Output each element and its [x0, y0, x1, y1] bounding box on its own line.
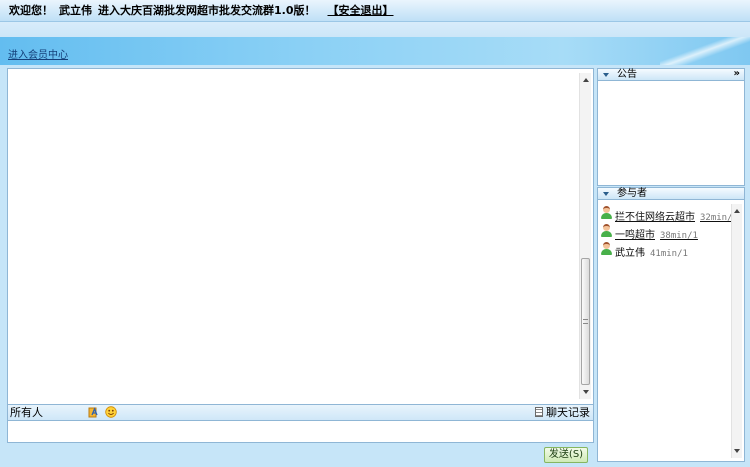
- smiley-icon[interactable]: [105, 406, 117, 418]
- current-username: 武立伟: [59, 4, 92, 17]
- scroll-up-arrow-icon[interactable]: [734, 209, 740, 213]
- member-name[interactable]: 武立伟 41min/1: [615, 244, 688, 259]
- header-subbar: [0, 22, 750, 37]
- member-name[interactable]: 一鸣超市 38min/1: [615, 226, 698, 241]
- chat-scrollbar-thumb[interactable]: [581, 258, 590, 385]
- nav-decoration: [660, 37, 750, 65]
- member-stat: 38min/1: [660, 231, 698, 241]
- user-avatar-icon: [601, 242, 612, 256]
- chat-toolbar: 所有人 聊天记录: [7, 405, 594, 421]
- scroll-down-arrow-icon[interactable]: [734, 449, 740, 453]
- send-button[interactable]: 发送(S): [544, 447, 588, 463]
- member-center-link[interactable]: 进入会员中心: [8, 46, 68, 61]
- triangle-down-icon: [603, 73, 609, 77]
- document-icon: [535, 407, 543, 417]
- user-avatar-icon: [601, 224, 612, 238]
- top-header: 欢迎您！ 武立伟 进入大庆百湖批发网超市批发交流群1.0版！ 【安全退出】: [0, 0, 750, 22]
- member-name[interactable]: 拦不住网络云超市 32min/0: [615, 208, 738, 223]
- members-list: 拦不住网络云超市 32min/0 一鸣超市 38min/1 武立伟 41min/1: [597, 200, 745, 462]
- room-title: 进入大庆百湖批发网超市批发交流群1.0版！: [98, 4, 316, 17]
- chat-history-label: 聊天记录: [546, 406, 590, 419]
- scroll-down-arrow-icon[interactable]: [582, 390, 589, 394]
- notice-title: 公告: [617, 69, 637, 80]
- members-panel-header[interactable]: 参与者: [597, 187, 745, 200]
- scroll-up-arrow-icon[interactable]: [582, 78, 589, 82]
- user-avatar-icon: [601, 206, 612, 220]
- nav-bar: [0, 37, 750, 65]
- message-input[interactable]: [7, 421, 594, 443]
- chat-history-button[interactable]: 聊天记录: [535, 405, 590, 420]
- member-stat: 41min/1: [650, 249, 688, 259]
- notice-panel-header[interactable]: 公告 »: [597, 68, 745, 81]
- scroll-grip-icon: [582, 318, 588, 324]
- recipient-selector[interactable]: 所有人: [10, 405, 43, 420]
- font-icon[interactable]: [88, 406, 100, 418]
- welcome-text: 欢迎您！: [9, 4, 53, 17]
- triangle-down-icon: [603, 192, 609, 196]
- members-title: 参与者: [617, 188, 647, 199]
- notice-content: [597, 81, 745, 186]
- chat-message-area[interactable]: [7, 68, 594, 405]
- logout-button[interactable]: 【安全退出】: [328, 4, 394, 17]
- members-scrollbar[interactable]: [731, 204, 742, 458]
- expand-notice-button[interactable]: »: [734, 68, 740, 79]
- chat-scrollbar[interactable]: [579, 73, 591, 399]
